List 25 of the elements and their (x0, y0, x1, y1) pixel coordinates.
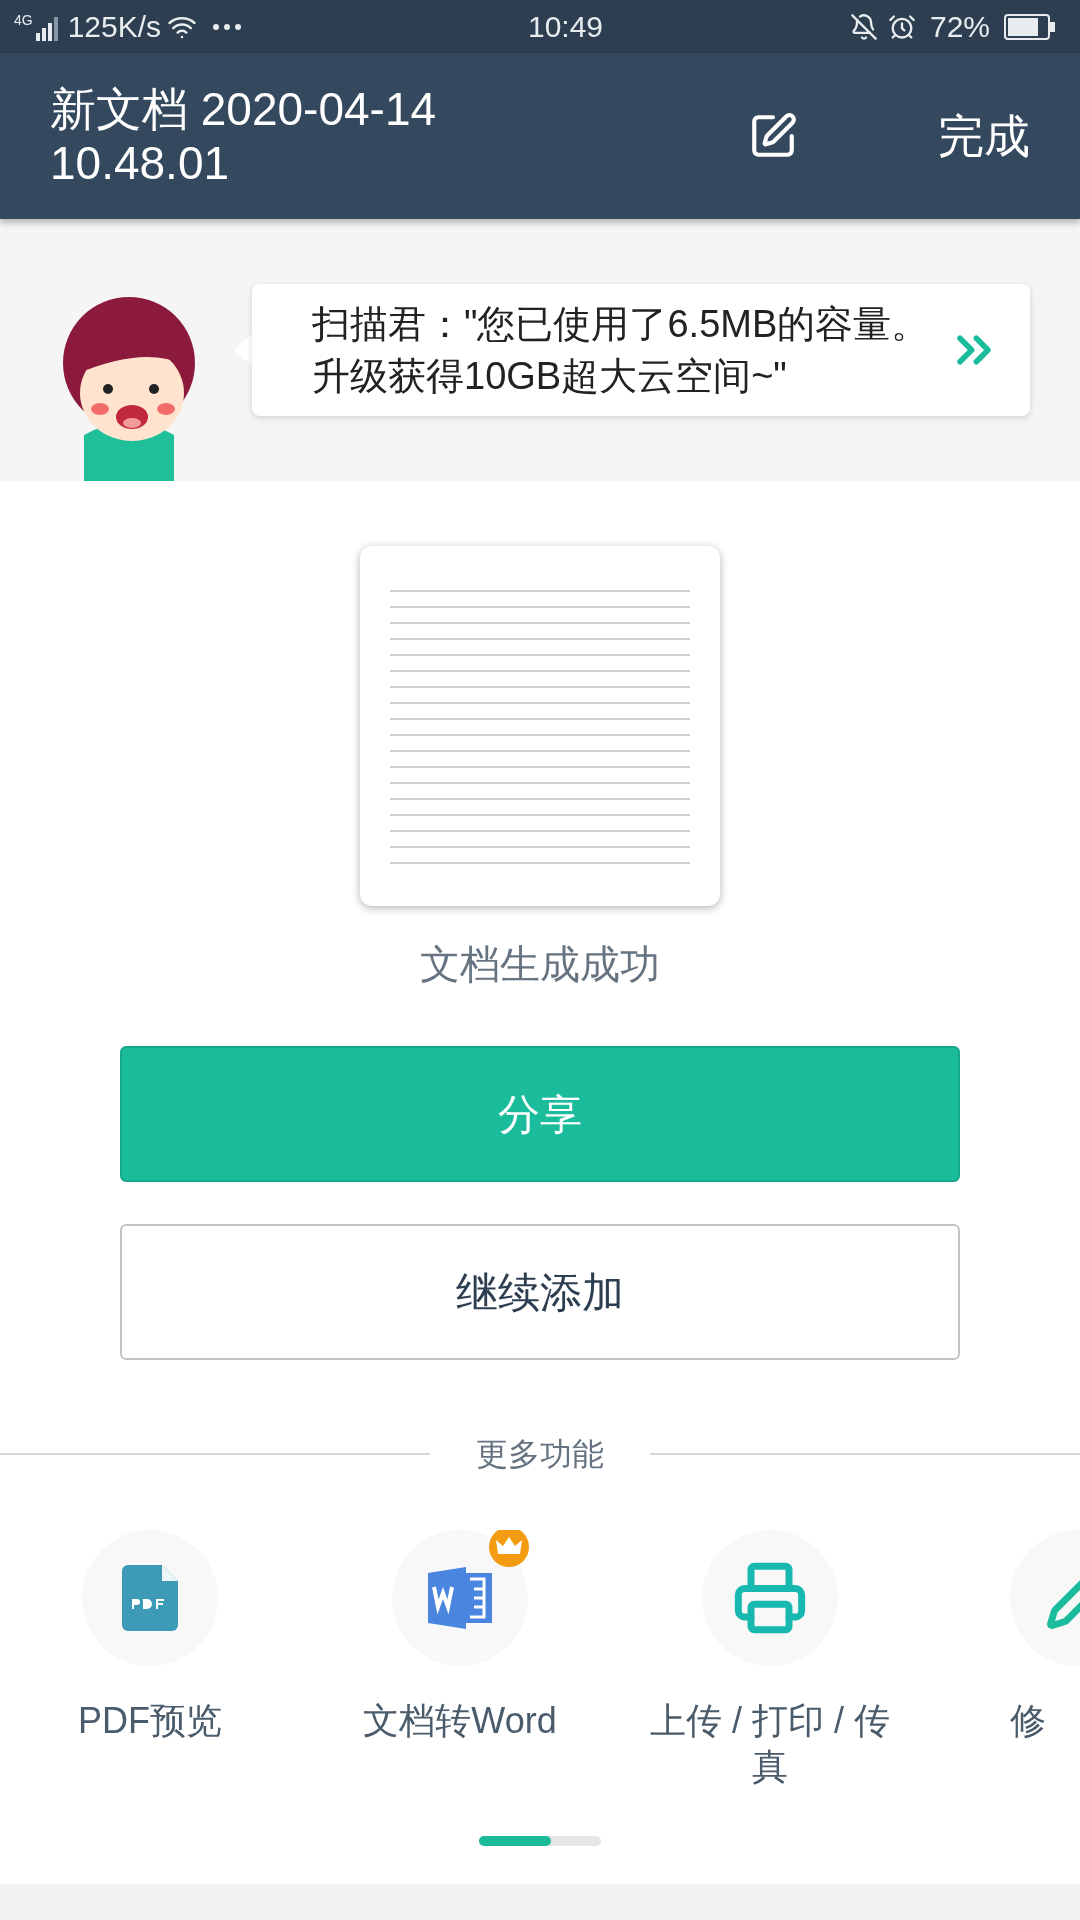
clock-time: 10:49 (528, 9, 604, 46)
alarm-icon (887, 12, 916, 41)
upgrade-message: 扫描君："您已使用了6.5MB的容量。升级获得10GB超大云空间~" (312, 301, 931, 399)
battery-percent: 72% (929, 9, 990, 46)
pdf-file-icon (122, 1565, 178, 1631)
printer-icon (732, 1560, 808, 1636)
speech-bubble[interactable]: 扫描君："您已使用了6.5MB的容量。升级获得10GB超大云空间~" (252, 283, 1030, 416)
feature-item[interactable]: PDF预览 (10, 1530, 290, 1790)
network-type: 4G (14, 12, 33, 27)
word-document-icon (428, 1567, 492, 1629)
done-button[interactable]: 完成 (938, 101, 1030, 171)
bell-off-icon (849, 12, 878, 41)
signal-icon (35, 16, 58, 41)
document-title: 新文档 2020-04-14 10.48.01 (50, 82, 438, 190)
success-caption: 文档生成成功 (420, 941, 660, 988)
continue-add-button[interactable]: 继续添加 (120, 1224, 960, 1360)
section-title: 更多功能 (475, 1435, 605, 1474)
battery-icon (1004, 13, 1056, 40)
feature-item[interactable]: 上传 / 打印 / 传真 (630, 1530, 910, 1790)
network-speed: 125K/s (67, 9, 162, 46)
feature-item[interactable]: 文档转Word (320, 1530, 600, 1790)
document-thumbnail[interactable] (360, 546, 720, 906)
crown-badge-icon (488, 1530, 530, 1568)
more-dots-icon (213, 23, 242, 30)
feature-item[interactable]: 修 (940, 1530, 1080, 1790)
